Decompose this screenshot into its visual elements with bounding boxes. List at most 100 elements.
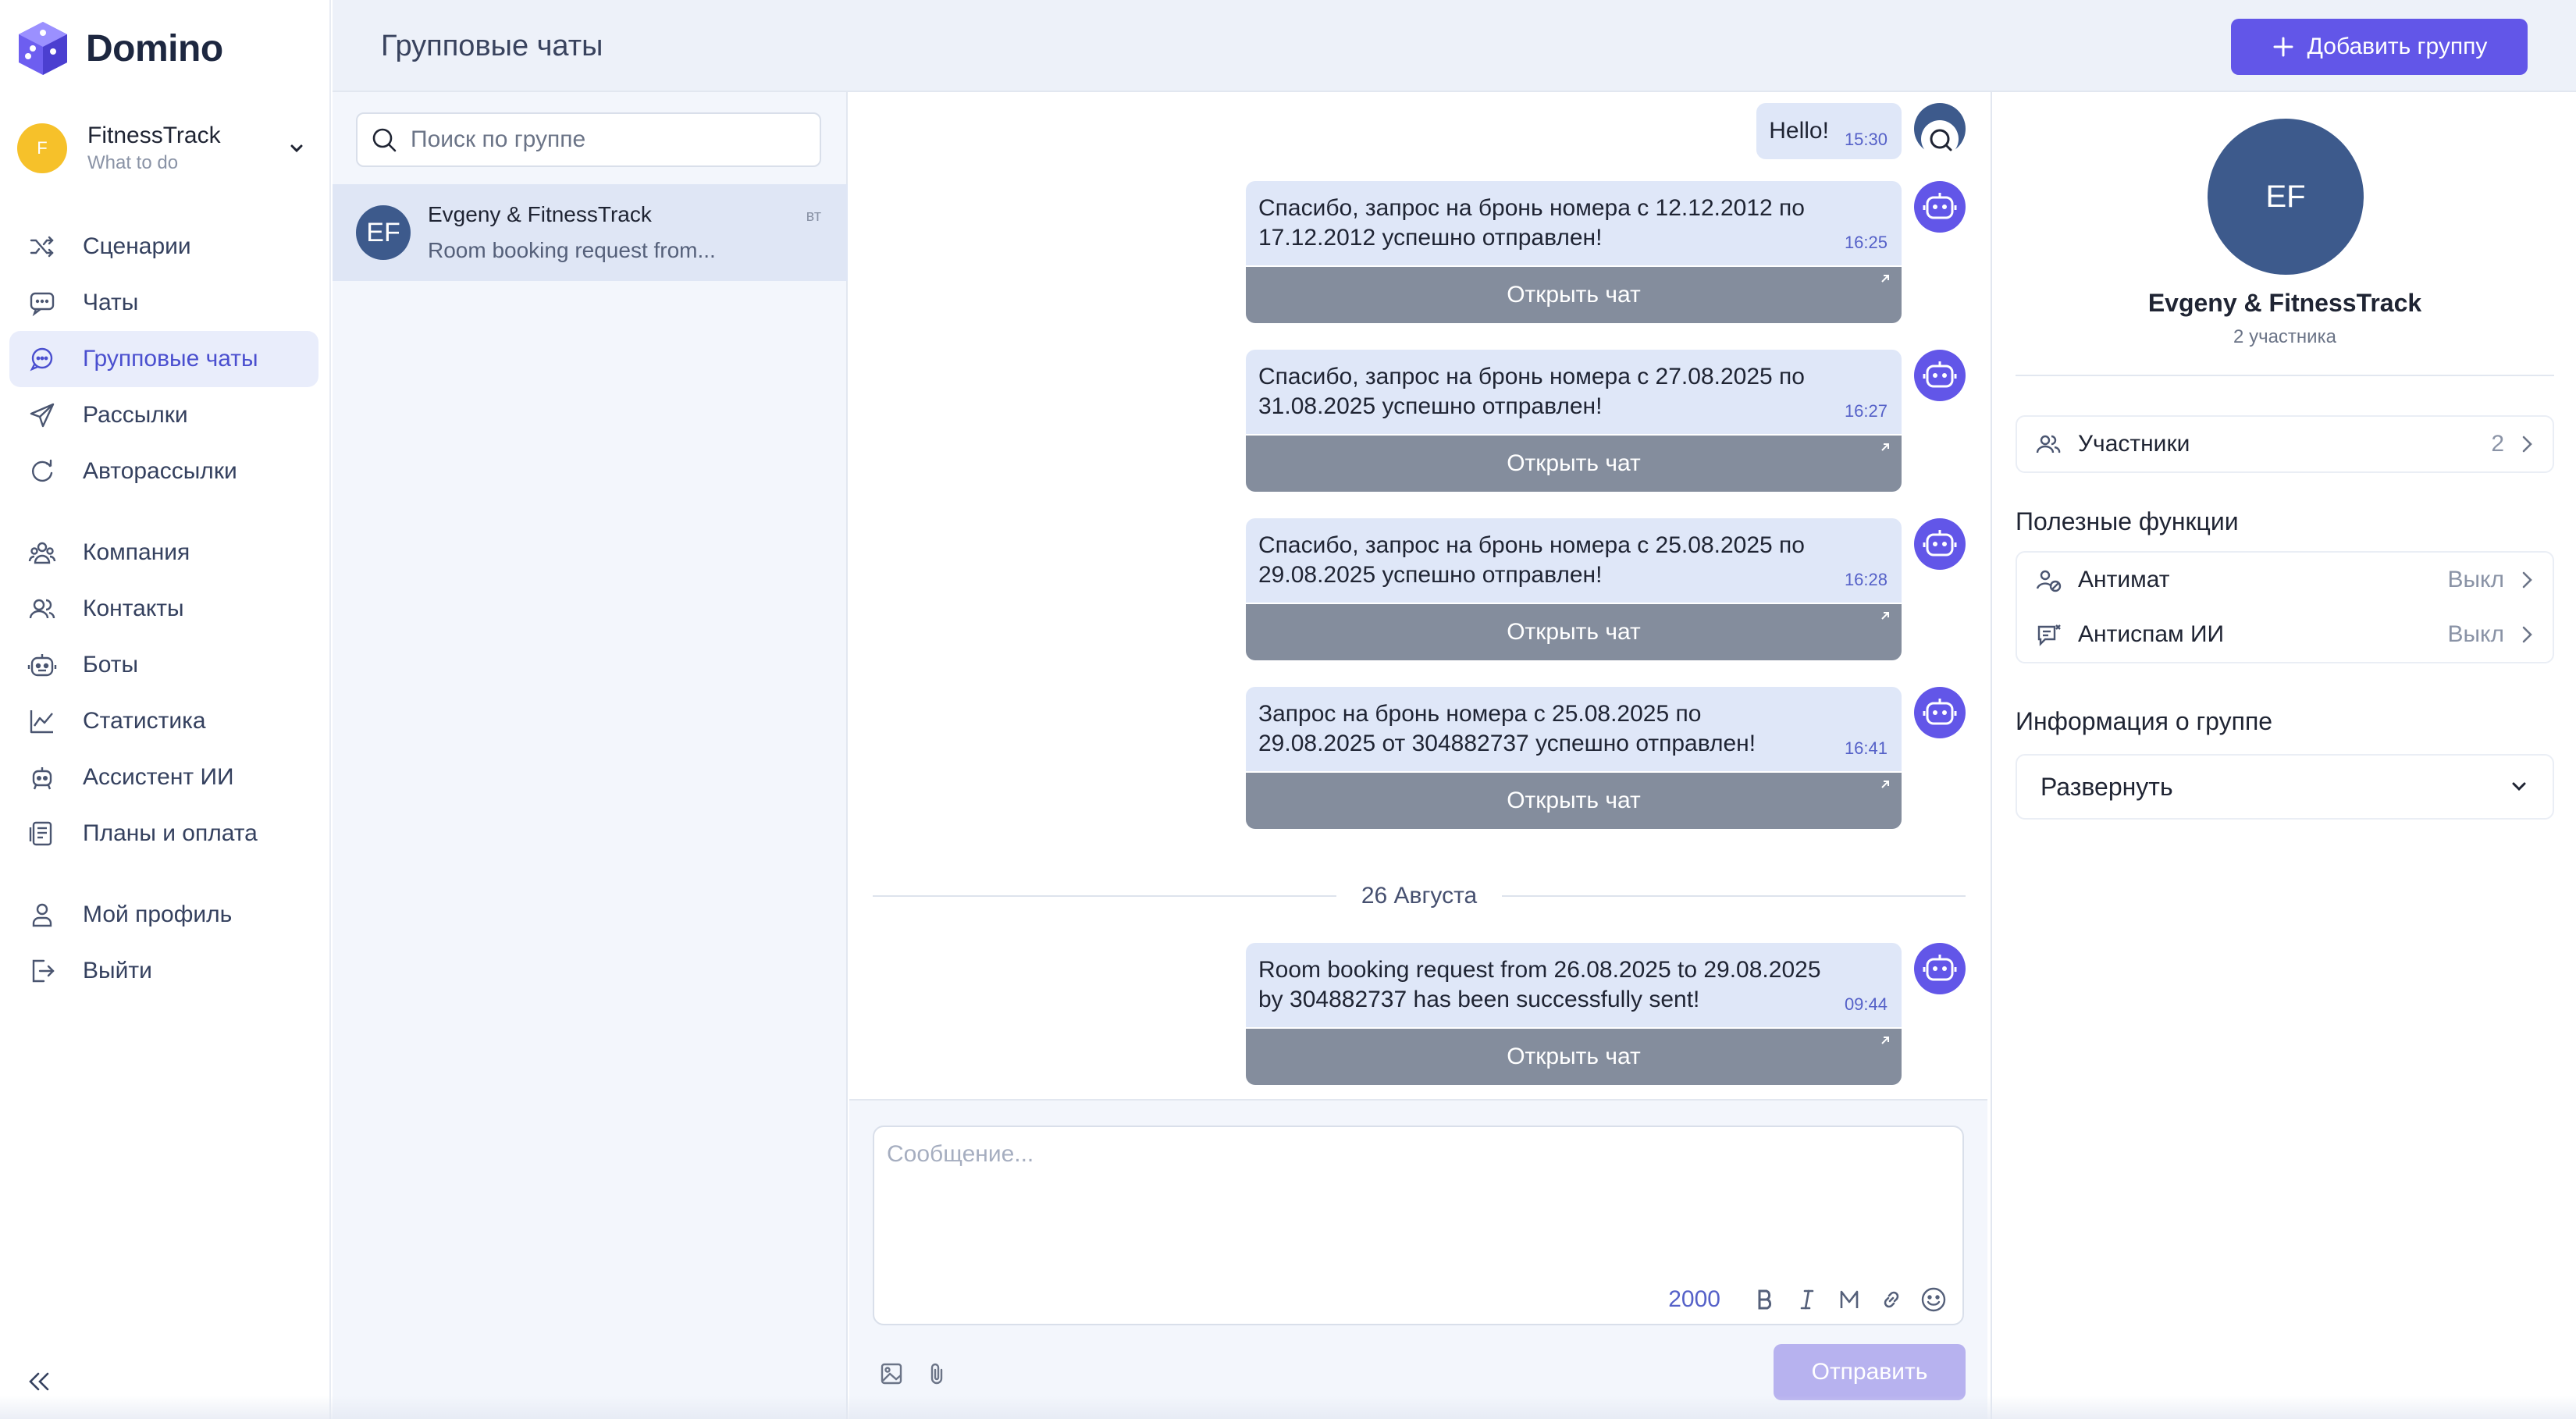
message-text: Hello!: [1769, 118, 1829, 144]
open-chat-label: Открыть чат: [1507, 619, 1641, 645]
feature-label: Антиспам ИИ: [2078, 621, 2225, 647]
shuffle-icon: [30, 236, 54, 258]
sidebar-item-logout[interactable]: Выйти: [9, 943, 318, 999]
open-chat-label: Открыть чат: [1507, 788, 1641, 813]
antispam-icon: [2037, 624, 2061, 646]
expand-label: Развернуть: [2041, 772, 2173, 801]
chevron-right-icon: [2522, 571, 2532, 589]
feature-status: Выкл: [2447, 567, 2504, 592]
billing-icon: [29, 821, 52, 846]
monospace-button[interactable]: [1834, 1285, 1864, 1314]
sidebar-item-profile[interactable]: Мой профиль: [9, 887, 318, 943]
message-text: Запрос на бронь номера с 25.08.2025 по 2…: [1258, 701, 1756, 756]
external-link-icon: [1881, 443, 1889, 451]
bot-avatar-icon: [1914, 943, 1966, 994]
message-time: 16:28: [1844, 570, 1888, 589]
bot-icon: [27, 654, 57, 677]
contacts-icon: [29, 599, 55, 619]
open-chat-button[interactable]: Открыть чат: [1246, 436, 1902, 492]
search-box[interactable]: [356, 112, 821, 167]
plus-icon: [2273, 37, 2293, 57]
message-bubble: Запрос на бронь номера с 25.08.2025 по 2…: [1246, 687, 1902, 771]
sidebar-item-label: Контакты: [83, 596, 184, 621]
company-avatar: F: [17, 123, 67, 173]
chevron-down-icon: [2512, 782, 2526, 791]
profile-icon: [32, 903, 52, 927]
open-chat-button[interactable]: Открыть чат: [1246, 604, 1902, 660]
company-name: FitnessTrack: [87, 123, 221, 148]
image-upload-icon[interactable]: [877, 1360, 906, 1388]
group-chat-icon: [30, 347, 53, 372]
participants-card: Участники 2: [2016, 415, 2554, 473]
sidebar-item-ai-assistant[interactable]: Ассистент ИИ: [9, 749, 318, 806]
sidebar-item-company[interactable]: Компания: [9, 525, 318, 581]
feature-row-antispam[interactable]: Антиспам ИИ Выкл: [2017, 607, 2553, 662]
send-button[interactable]: Отправить: [1774, 1344, 1966, 1400]
add-group-button[interactable]: Добавить группу: [2231, 19, 2528, 75]
sidebar-item-label: Планы и оплата: [83, 820, 258, 846]
emoji-button[interactable]: [1919, 1285, 1948, 1314]
bot-avatar-icon: [1914, 518, 1966, 570]
external-link-icon: [1881, 1037, 1889, 1044]
external-link-icon: [1881, 275, 1889, 283]
date-separator-label: 26 Августа: [1361, 883, 1478, 909]
message-text: Спасибо, запрос на бронь номера с 27.08.…: [1258, 364, 1805, 419]
bold-button[interactable]: [1750, 1285, 1780, 1314]
format-toolbar: 2000: [1668, 1285, 1948, 1314]
sidebar-item-contacts[interactable]: Контакты: [9, 581, 318, 637]
sidebar-item-label: Рассылки: [83, 402, 188, 428]
message-time: 09:44: [1844, 994, 1888, 1014]
chevron-right-icon: [2522, 626, 2532, 643]
bot-avatar-icon: [1914, 687, 1966, 738]
chat-panel: Hello! 15:30 Спасибо, запрос на бронь но…: [849, 92, 1989, 1419]
open-chat-button[interactable]: Открыть чат: [1246, 267, 1902, 323]
group-avatar: EF: [2208, 119, 2364, 275]
sidebar-item-bots[interactable]: Боты: [9, 637, 318, 693]
sidebar-item-label: Групповые чаты: [83, 346, 258, 372]
sidebar-item-group-chats[interactable]: Групповые чаты: [9, 331, 318, 387]
open-chat-label: Открыть чат: [1507, 282, 1641, 308]
sidebar-item-statistics[interactable]: Статистика: [9, 693, 318, 749]
collapse-sidebar-icon[interactable]: [23, 1366, 55, 1397]
page-title: Групповые чаты: [381, 30, 603, 62]
sidebar-item-billing[interactable]: Планы и оплата: [9, 806, 318, 862]
chevron-down-icon[interactable]: [287, 139, 306, 158]
logo[interactable]: Domino: [17, 20, 223, 76]
list-item[interactable]: EF Evgeny & FitnessTrack Room booking re…: [333, 184, 848, 281]
message-bubble: Hello! 15:30: [1756, 103, 1902, 159]
message-input[interactable]: [887, 1141, 1948, 1266]
message-time: 15:30: [1844, 130, 1888, 149]
open-chat-button[interactable]: Открыть чат: [1246, 773, 1902, 829]
chat-bubble-icon: [30, 292, 55, 317]
message-list[interactable]: Hello! 15:30 Спасибо, запрос на бронь но…: [849, 92, 1987, 1099]
divider: [2016, 375, 2554, 376]
message-row: Спасибо, запрос на бронь номера с 12.12.…: [1246, 181, 1966, 323]
sidebar-item-mailings[interactable]: Рассылки: [9, 387, 318, 443]
bold-icon: [1758, 1289, 1772, 1310]
message-time: 16:25: [1844, 233, 1888, 252]
external-link-icon: [1881, 781, 1889, 788]
participants-row[interactable]: Участники 2: [2017, 417, 2553, 471]
message-time: 16:41: [1844, 738, 1888, 758]
message-bubble: Спасибо, запрос на бронь номера с 12.12.…: [1246, 181, 1902, 265]
search-input[interactable]: [411, 126, 817, 153]
link-button[interactable]: [1877, 1285, 1906, 1314]
feature-row-antimat[interactable]: Антимат Выкл: [2017, 553, 2553, 607]
open-chat-button[interactable]: Открыть чат: [1246, 1029, 1902, 1085]
participants-count: 2: [2491, 431, 2504, 457]
italic-button[interactable]: [1792, 1285, 1822, 1314]
sidebar-item-chats[interactable]: Чаты: [9, 275, 318, 331]
link-icon: [1884, 1291, 1899, 1308]
expand-group-info[interactable]: Развернуть: [2016, 754, 2554, 820]
sidebar-item-label: Чаты: [83, 290, 139, 315]
logout-icon: [32, 959, 55, 983]
company-switcher[interactable]: F FitnessTrack What to do: [17, 117, 320, 180]
search-icon: [372, 128, 397, 152]
sidebar-item-scenarios[interactable]: Сценарии: [9, 219, 318, 275]
ai-assistant-icon: [32, 767, 52, 790]
message-time: 16:27: [1844, 401, 1888, 421]
sidebar-item-auto-mailings[interactable]: Авторассылки: [9, 443, 318, 500]
paperclip-icon[interactable]: [923, 1360, 951, 1388]
feature-label: Антимат: [2078, 567, 2170, 592]
emoji-icon: [1921, 1287, 1946, 1312]
